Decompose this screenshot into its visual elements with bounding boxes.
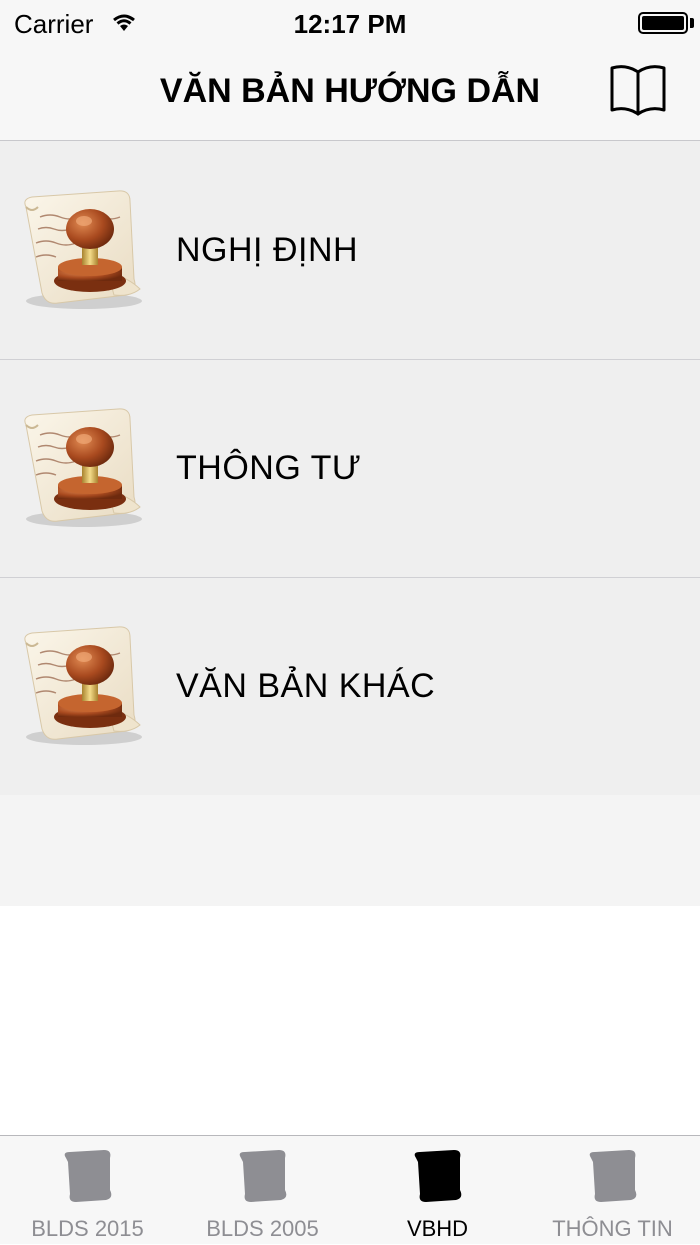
list-footer-area [0,795,700,906]
tab-bar: BLDS 2015 BLDS 2005 VBHD THÔNG TIN [0,1135,700,1244]
tab-label: BLDS 2015 [31,1216,144,1241]
list-item-label: NGHỊ ĐỊNH [176,231,359,269]
document-category-list: NGHỊ ĐỊNH THÔNG TƯ VĂN BẢN KHÁC [0,141,700,795]
battery-tip [690,18,694,28]
status-time: 12:17 PM [293,9,407,39]
scroll-icon [410,1148,466,1204]
navigation-bar: VĂN BẢN HƯỚNG DẪN [0,48,700,141]
tab-blds-2015[interactable]: BLDS 2015 [0,1136,175,1245]
tab-label: BLDS 2005 [206,1216,319,1241]
battery-icon [638,12,688,34]
list-item-label: VĂN BẢN KHÁC [176,667,436,705]
list-item-van-ban-khac[interactable]: VĂN BẢN KHÁC [0,577,700,795]
status-bar: Carrier 12:17 PM [0,0,700,48]
tab-label: THÔNG TIN [552,1216,673,1241]
stamp-document-icon [18,187,146,311]
page-title: VĂN BẢN HƯỚNG DẪN [159,72,541,110]
scroll-icon [60,1148,116,1204]
list-item-thong-tu[interactable]: THÔNG TƯ [0,359,700,577]
list-item-label: THÔNG TƯ [176,449,362,487]
tab-blds-2005[interactable]: BLDS 2005 [175,1136,350,1245]
list-item-nghi-dinh[interactable]: NGHỊ ĐỊNH [0,141,700,359]
scroll-icon [585,1148,641,1204]
book-icon[interactable] [608,62,668,118]
stamp-document-icon [18,623,146,747]
tab-label: VBHD [406,1216,469,1241]
tab-vbhd[interactable]: VBHD [350,1136,525,1245]
scroll-icon [235,1148,291,1204]
tab-thong-tin[interactable]: THÔNG TIN [525,1136,700,1245]
stamp-document-icon [18,405,146,529]
